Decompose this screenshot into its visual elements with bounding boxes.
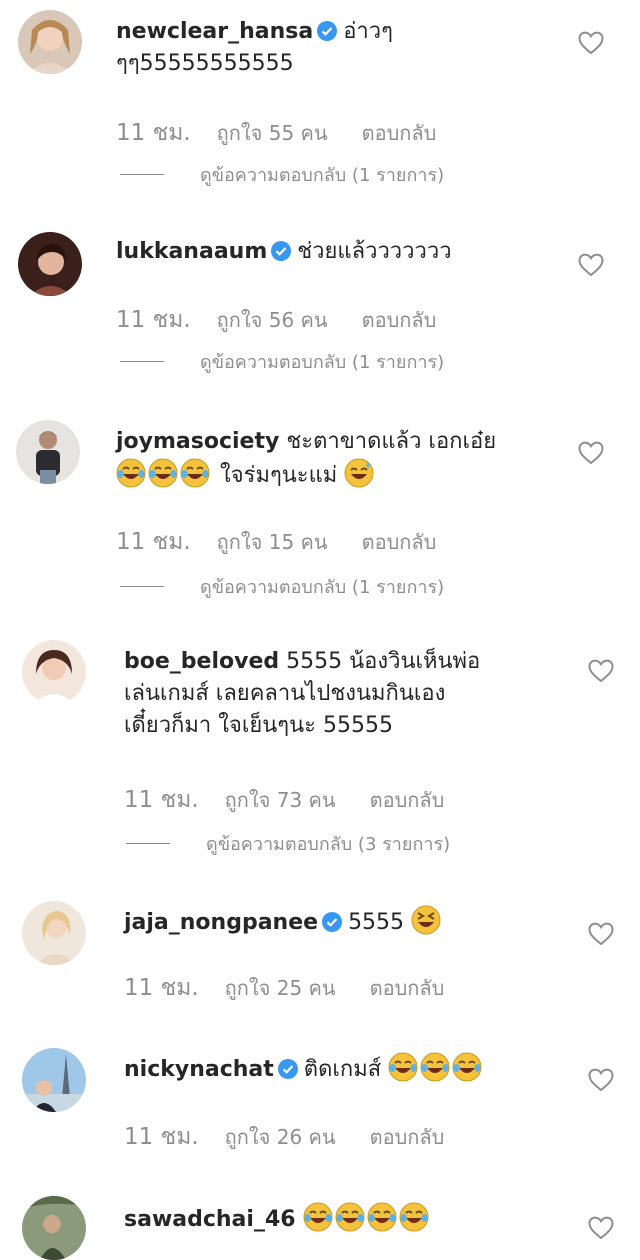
comment-text: jaja_nongpanee 5555 <box>124 905 443 939</box>
reply-button[interactable]: ตอบกลับ <box>362 117 437 149</box>
view-replies-button[interactable]: ดูข้อความตอบกลับ (1 รายการ) <box>120 347 444 376</box>
comment-text: joymasociety ชะตาขาดแล้ว เอกเอ๋ย ใจร่มๆน… <box>116 426 496 492</box>
face-with-tears-of-joy-emoji <box>452 1052 482 1082</box>
divider-line <box>120 174 164 175</box>
heart-outline-icon[interactable] <box>588 659 614 683</box>
comment-line: เล่นเกมส์ เลยคลานไปชงนมกินเอง <box>124 681 446 706</box>
comment-meta: 11 ชม. ถูกใจ 25 คน ตอบกลับ <box>124 970 444 1006</box>
reply-button[interactable]: ตอบกลับ <box>370 1121 445 1153</box>
comment-line: อ่าวๆ <box>343 19 393 44</box>
like-count[interactable]: ถูกใจ 56 คน <box>217 304 328 336</box>
comment-line: ช่วยแล้ววววววว <box>297 239 452 264</box>
heart-outline-icon[interactable] <box>588 1216 614 1240</box>
heart-outline-icon[interactable] <box>588 922 614 946</box>
divider-line <box>120 586 164 587</box>
comment-meta: 11 ชม. ถูกใจ 73 คน ตอบกลับ <box>124 782 444 818</box>
grinning-squinting-face-emoji <box>411 905 441 935</box>
face-with-tears-of-joy-emoji <box>367 1202 397 1232</box>
comment-line: ชะตาขาดแล้ว เอกเอ๋ย <box>286 429 497 454</box>
username[interactable]: nickynachat <box>124 1057 274 1082</box>
verified-badge-icon <box>317 19 338 41</box>
divider-line <box>120 361 164 362</box>
divider-line <box>126 843 170 844</box>
timestamp: 11 ชม. <box>116 120 191 146</box>
heart-outline-icon[interactable] <box>578 441 604 465</box>
face-with-tears-of-joy-emoji <box>399 1202 429 1232</box>
face-with-tears-of-joy-emoji <box>148 458 178 488</box>
avatar[interactable] <box>22 901 86 965</box>
heart-outline-icon[interactable] <box>578 31 604 55</box>
comment-text: boe_beloved 5555 น้องวินเห็นพ่อ เล่นเกมส… <box>124 646 480 742</box>
comment-text: sawadchai_46 <box>124 1202 431 1236</box>
username[interactable]: newclear_hansa <box>116 19 313 44</box>
avatar[interactable] <box>16 420 80 484</box>
comment-line: ใจร่มๆนะแม่ <box>220 463 338 488</box>
comments-feed: newclear_hansa อ่าวๆ ๆๆ55555555555 11 ชม.… <box>0 0 640 1260</box>
timestamp: 11 ชม. <box>124 975 199 1001</box>
like-count[interactable]: ถูกใจ 15 คน <box>217 526 328 558</box>
face-with-tears-of-joy-emoji <box>420 1052 450 1082</box>
username[interactable]: lukkanaaum <box>116 239 267 264</box>
username[interactable]: sawadchai_46 <box>124 1207 296 1232</box>
face-with-tears-of-joy-emoji <box>180 458 210 488</box>
avatar[interactable] <box>18 10 82 74</box>
comment-meta: 11 ชม. ถูกใจ 26 คน ตอบกลับ <box>124 1119 444 1155</box>
comment-meta: 11 ชม. ถูกใจ 56 คน ตอบกลับ <box>116 302 436 338</box>
face-with-tears-of-joy-emoji <box>388 1052 418 1082</box>
avatar[interactable] <box>22 1048 86 1112</box>
face-with-tears-of-joy-emoji <box>116 458 146 488</box>
comment-line: ติดเกมส์ <box>303 1057 382 1082</box>
view-replies-button[interactable]: ดูข้อความตอบกลับ (1 รายการ) <box>120 572 444 601</box>
avatar[interactable] <box>22 1196 86 1260</box>
timestamp: 11 ชม. <box>116 307 191 333</box>
view-replies-label: ดูข้อความตอบกลับ (1 รายการ) <box>200 165 445 186</box>
avatar[interactable] <box>22 640 86 704</box>
like-count[interactable]: ถูกใจ 25 คน <box>225 972 336 1004</box>
avatar[interactable] <box>18 232 82 296</box>
reply-button[interactable]: ตอบกลับ <box>362 526 437 558</box>
grinning-face-with-sweat-emoji <box>344 458 374 488</box>
face-with-tears-of-joy-emoji <box>335 1202 365 1232</box>
comment-text: newclear_hansa อ่าวๆ ๆๆ55555555555 <box>116 16 393 80</box>
comment-line: 5555 น้องวินเห็นพ่อ <box>286 649 481 674</box>
comment-text: lukkanaaum ช่วยแล้ววววววว <box>116 236 452 268</box>
face-with-tears-of-joy-emoji <box>303 1202 333 1232</box>
heart-outline-icon[interactable] <box>588 1068 614 1092</box>
like-count[interactable]: ถูกใจ 73 คน <box>225 784 336 816</box>
timestamp: 11 ชม. <box>116 529 191 555</box>
username[interactable]: boe_beloved <box>124 649 279 674</box>
comment-meta: 11 ชม. ถูกใจ 15 คน ตอบกลับ <box>116 524 436 560</box>
comment-line: 5555 <box>348 910 405 935</box>
timestamp: 11 ชม. <box>124 787 199 813</box>
reply-button[interactable]: ตอบกลับ <box>370 784 445 816</box>
comment-text: nickynachat ติดเกมส์ <box>124 1052 484 1086</box>
view-replies-label: ดูข้อความตอบกลับ (1 รายการ) <box>200 577 445 598</box>
verified-badge-icon <box>322 910 343 932</box>
view-replies-button[interactable]: ดูข้อความตอบกลับ (3 รายการ) <box>126 829 450 858</box>
reply-button[interactable]: ตอบกลับ <box>370 972 445 1004</box>
username[interactable]: joymasociety <box>116 429 279 454</box>
verified-badge-icon <box>277 1057 298 1079</box>
view-replies-button[interactable]: ดูข้อความตอบกลับ (1 รายการ) <box>120 160 444 189</box>
comment-line: เดี๋ยวก็มา ใจเย็นๆนะ 55555 <box>124 713 393 738</box>
heart-outline-icon[interactable] <box>578 253 604 277</box>
like-count[interactable]: ถูกใจ 55 คน <box>217 117 328 149</box>
reply-button[interactable]: ตอบกลับ <box>362 304 437 336</box>
verified-badge-icon <box>271 239 292 261</box>
comment-line: ๆๆ55555555555 <box>116 51 294 76</box>
view-replies-label: ดูข้อความตอบกลับ (1 รายการ) <box>200 352 445 373</box>
comment-meta: 11 ชม. ถูกใจ 55 คน ตอบกลับ <box>116 115 436 151</box>
like-count[interactable]: ถูกใจ 26 คน <box>225 1121 336 1153</box>
timestamp: 11 ชม. <box>124 1124 199 1150</box>
username[interactable]: jaja_nongpanee <box>124 910 318 935</box>
view-replies-label: ดูข้อความตอบกลับ (3 รายการ) <box>206 834 451 855</box>
